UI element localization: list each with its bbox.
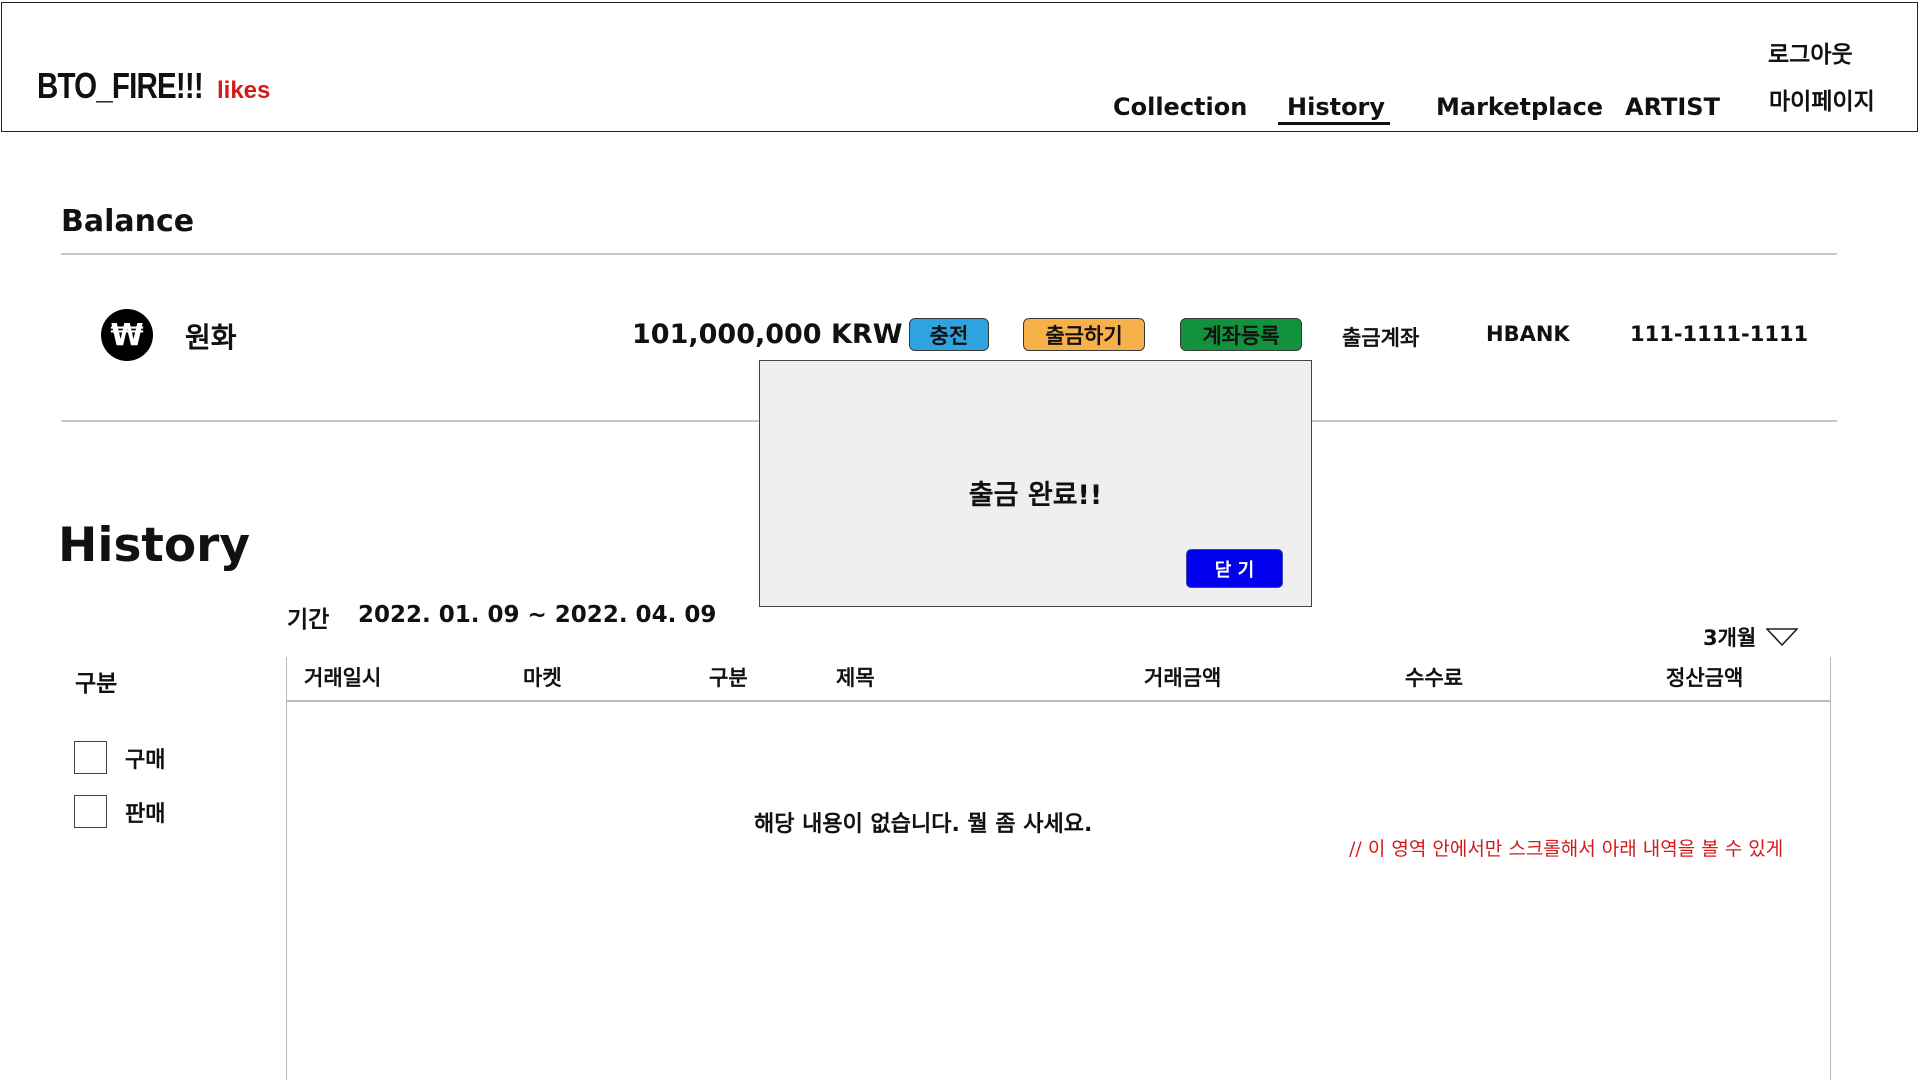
- page: BTO_FIRE!!! likes Collection History Mar…: [0, 0, 1920, 1080]
- table-header-divider: [286, 700, 1831, 702]
- modal-close-button[interactable]: 닫 기: [1186, 549, 1283, 588]
- period-value[interactable]: 2022. 01. 09 ~ 2022. 04. 09: [358, 602, 716, 628]
- nav-collection[interactable]: Collection: [1113, 93, 1247, 121]
- filter-title: 구분: [75, 671, 118, 697]
- bank-name: HBANK: [1486, 322, 1570, 346]
- history-title: History: [58, 518, 250, 573]
- design-note: // 이 영역 안에서만 스크롤해서 아래 내역을 볼 수 있게: [1349, 838, 1784, 860]
- buy-checkbox[interactable]: [74, 741, 107, 774]
- currency-name: 원화: [185, 321, 237, 354]
- filter-option-sell[interactable]: 판매: [74, 795, 165, 828]
- logout-link[interactable]: 로그아웃: [1768, 35, 1853, 69]
- withdraw-complete-modal: 출금 완료!! 닫 기: [759, 360, 1312, 607]
- won-symbol: ₩: [110, 317, 144, 353]
- range-dropdown[interactable]: 3개월: [1703, 622, 1799, 652]
- buy-checkbox-label: 구매: [125, 747, 166, 773]
- col-market: 마켓: [523, 666, 562, 690]
- balance-top-divider: [61, 253, 1837, 255]
- col-amount: 거래금액: [1144, 666, 1222, 690]
- modal-message: 출금 완료!!: [968, 480, 1103, 511]
- filter-option-buy[interactable]: 구매: [74, 741, 165, 774]
- balance-amount: 101,000,000 KRW: [632, 319, 903, 350]
- mypage-link[interactable]: 마이페이지: [1769, 82, 1875, 116]
- empty-message: 해당 내용이 없습니다. 뭘 좀 사세요.: [754, 812, 1093, 837]
- site-logo[interactable]: BTO_FIRE!!!: [37, 65, 204, 107]
- col-fee: 수수료: [1405, 666, 1463, 690]
- sell-checkbox[interactable]: [74, 795, 107, 828]
- nav-artist[interactable]: ARTIST: [1625, 93, 1720, 121]
- account-number: 111-1111-1111: [1630, 322, 1809, 346]
- period-label: 기간: [287, 607, 330, 633]
- nav-history[interactable]: History: [1287, 93, 1385, 121]
- register-account-button[interactable]: 계좌등록: [1180, 318, 1302, 351]
- nav-marketplace[interactable]: Marketplace: [1436, 93, 1603, 121]
- withdraw-button[interactable]: 출금하기: [1023, 318, 1145, 351]
- logo-suffix: likes: [217, 77, 271, 104]
- header: BTO_FIRE!!! likes Collection History Mar…: [1, 2, 1918, 132]
- charge-button[interactable]: 충전: [909, 318, 989, 351]
- col-settlement: 정산금액: [1666, 666, 1744, 690]
- won-icon: ₩: [101, 309, 153, 361]
- col-title: 제목: [836, 666, 875, 690]
- nav-active-indicator: [1278, 122, 1390, 125]
- col-type: 구분: [709, 666, 748, 690]
- col-datetime: 거래일시: [304, 666, 382, 690]
- range-dropdown-value: 3개월: [1703, 626, 1757, 650]
- withdraw-account-label: 출금계좌: [1342, 326, 1420, 350]
- history-table[interactable]: [286, 657, 1831, 1080]
- sell-checkbox-label: 판매: [125, 801, 166, 827]
- triangle-down-icon: [1766, 628, 1799, 646]
- balance-title: Balance: [61, 204, 195, 239]
